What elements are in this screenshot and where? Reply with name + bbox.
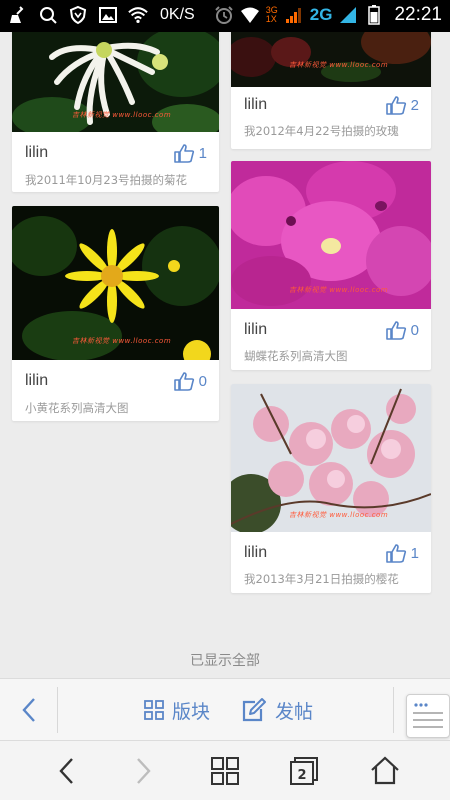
home-icon	[371, 756, 399, 785]
chevron-left-icon	[59, 758, 73, 784]
like-count: 1	[198, 144, 207, 162]
signal-icon	[338, 5, 358, 25]
divider	[57, 687, 58, 733]
post-card[interactable]: 吉林新视觉 www.llooc.com lilin 1 我2011年10月23号…	[12, 32, 219, 192]
browser-tabs-button[interactable]: 2	[274, 741, 334, 800]
photo-watermark: 吉林新视觉 www.llooc.com	[289, 61, 389, 69]
post-card[interactable]: 吉林新视觉 www.llooc.com lilin 0 蝴蝶花系列高清大图	[231, 161, 431, 370]
like-count: 0	[410, 321, 419, 339]
grid-icon	[144, 700, 164, 720]
like-button[interactable]: 2	[385, 94, 419, 116]
post-author[interactable]: lilin	[25, 372, 48, 390]
post-caption: 我2013年3月21日拍摄的樱花	[244, 572, 399, 586]
thumbs-up-icon	[385, 321, 406, 340]
wifi-icon	[240, 5, 260, 25]
tabs-icon: 2	[290, 757, 318, 785]
browser-home-button[interactable]	[355, 741, 415, 800]
clock: 22:21	[394, 4, 442, 25]
broom-icon	[8, 5, 28, 25]
browser-forward-button[interactable]	[114, 741, 174, 800]
photo-watermark: 吉林新视觉 www.llooc.com	[72, 337, 172, 345]
svg-text:2: 2	[297, 768, 306, 783]
battery-icon	[364, 5, 384, 25]
like-button[interactable]: 1	[173, 142, 207, 164]
shield-icon	[68, 5, 88, 25]
post-author[interactable]: lilin	[244, 544, 267, 562]
post-caption: 我2011年10月23号拍摄的菊花	[25, 173, 188, 187]
chevron-right-icon	[137, 758, 151, 784]
like-button[interactable]: 1	[385, 542, 419, 564]
post-card[interactable]: 吉林新视觉 www.llooc.com lilin 2 我2012年4月22号拍…	[231, 32, 431, 149]
post-caption: 我2012年4月22号拍摄的玫瑰	[244, 124, 399, 138]
post-caption: 小黄花系列高清大图	[25, 401, 129, 415]
like-count: 1	[410, 544, 419, 562]
browser-nav-bar: 2	[0, 740, 450, 800]
thumbs-up-icon	[385, 96, 406, 115]
grid-icon	[211, 757, 239, 785]
like-count: 0	[198, 372, 207, 390]
chevron-left-icon	[22, 698, 35, 722]
blocks-label: 版块	[172, 700, 211, 723]
image-icon	[98, 5, 118, 25]
divider	[393, 687, 394, 733]
net-type-small: 3G 1X	[265, 5, 278, 24]
post-author[interactable]: lilin	[244, 96, 267, 114]
post-card[interactable]: 吉林新视觉 www.llooc.com lilin 1 我2013年3月21日拍…	[231, 384, 431, 593]
search-icon	[38, 5, 58, 25]
post-author[interactable]: lilin	[244, 321, 267, 339]
post-card[interactable]: 吉林新视觉 www.llooc.com lilin 0 小黄花系列高清大图	[12, 206, 219, 421]
photo-watermark: 吉林新视觉 www.llooc.com	[289, 511, 389, 519]
alarm-icon	[214, 5, 234, 25]
photo-watermark: 吉林新视觉 www.llooc.com	[72, 111, 172, 119]
post-author[interactable]: lilin	[25, 144, 48, 162]
end-of-list-text: 已显示全部	[190, 653, 260, 669]
like-count: 2	[410, 96, 419, 114]
app-toolbar: 版块 发帖	[0, 678, 450, 740]
thumbs-up-icon	[173, 372, 194, 391]
thumbs-up-icon	[173, 144, 194, 163]
signal-icon	[284, 5, 304, 25]
post-button[interactable]: 发帖	[241, 679, 313, 741]
post-caption: 蝴蝶花系列高清大图	[244, 349, 348, 363]
post-feed[interactable]: 吉林新视觉 www.llooc.com lilin 1 我2011年10月23号…	[0, 32, 450, 678]
menu-button[interactable]	[406, 694, 450, 738]
back-button[interactable]	[0, 679, 58, 741]
wifi-icon	[128, 5, 148, 25]
like-button[interactable]: 0	[385, 319, 419, 341]
photo-watermark: 吉林新视觉 www.llooc.com	[289, 286, 389, 294]
thumbs-up-icon	[385, 544, 406, 563]
net-speed: 0K/S	[160, 6, 195, 23]
browser-menu-button[interactable]	[195, 741, 255, 800]
menu-icon	[413, 703, 443, 728]
net-type: 2G	[309, 5, 333, 24]
blocks-button[interactable]: 版块	[144, 679, 210, 741]
post-label: 发帖	[275, 700, 314, 723]
status-bar: 0K/S 3G 1X 2G 22:21	[0, 0, 450, 32]
browser-back-button[interactable]	[36, 741, 96, 800]
edit-icon	[242, 698, 266, 722]
like-button[interactable]: 0	[173, 370, 207, 392]
